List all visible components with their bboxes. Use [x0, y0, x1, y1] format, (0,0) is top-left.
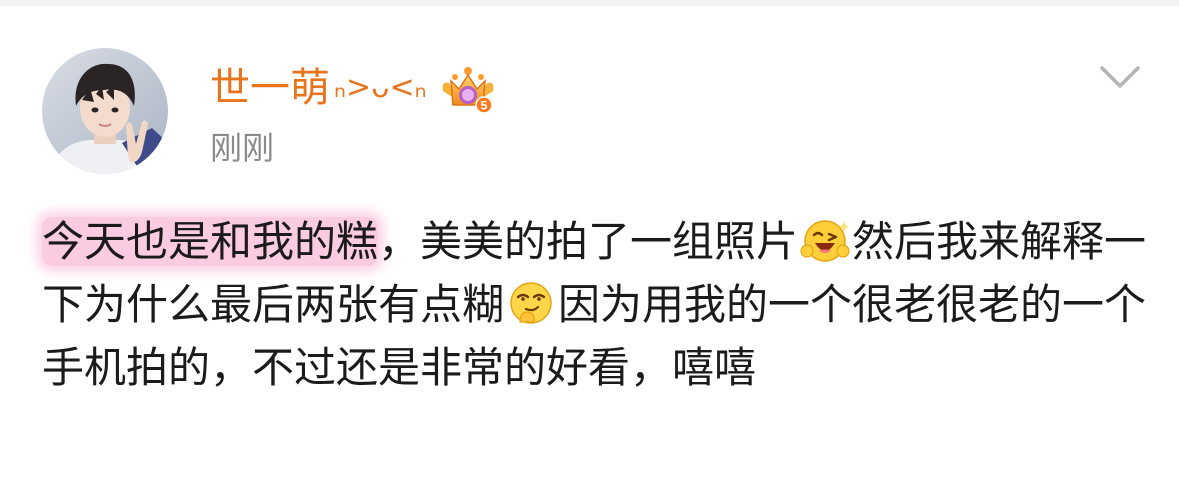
- chevron-down-icon[interactable]: [1098, 56, 1142, 96]
- highlighted-text: 今天也是和我的糕: [42, 217, 379, 266]
- vip-badge-level: 5: [480, 99, 487, 113]
- post-text-part-1: ，美美的拍了一组照片: [378, 217, 799, 266]
- thinking-sly-emoji-icon: [506, 278, 556, 328]
- username-row: 世一萌 ₙ>ᴗ<ₙ 5: [210, 60, 497, 116]
- avatar[interactable]: [42, 48, 168, 174]
- username-kaomoji[interactable]: ₙ>ᴗ<ₙ: [334, 60, 427, 116]
- post-body: 今天也是和我的糕，美美的拍了一组照片 然后我来解释一下为什么最后两张有点糊 因为…: [42, 210, 1152, 399]
- username[interactable]: 世一萌: [210, 60, 330, 116]
- post-timestamp: 刚刚: [210, 129, 275, 167]
- crown-badge-icon[interactable]: 5: [439, 65, 497, 115]
- top-divider: [0, 0, 1179, 6]
- grinning-wink-emoji-icon: [800, 215, 850, 265]
